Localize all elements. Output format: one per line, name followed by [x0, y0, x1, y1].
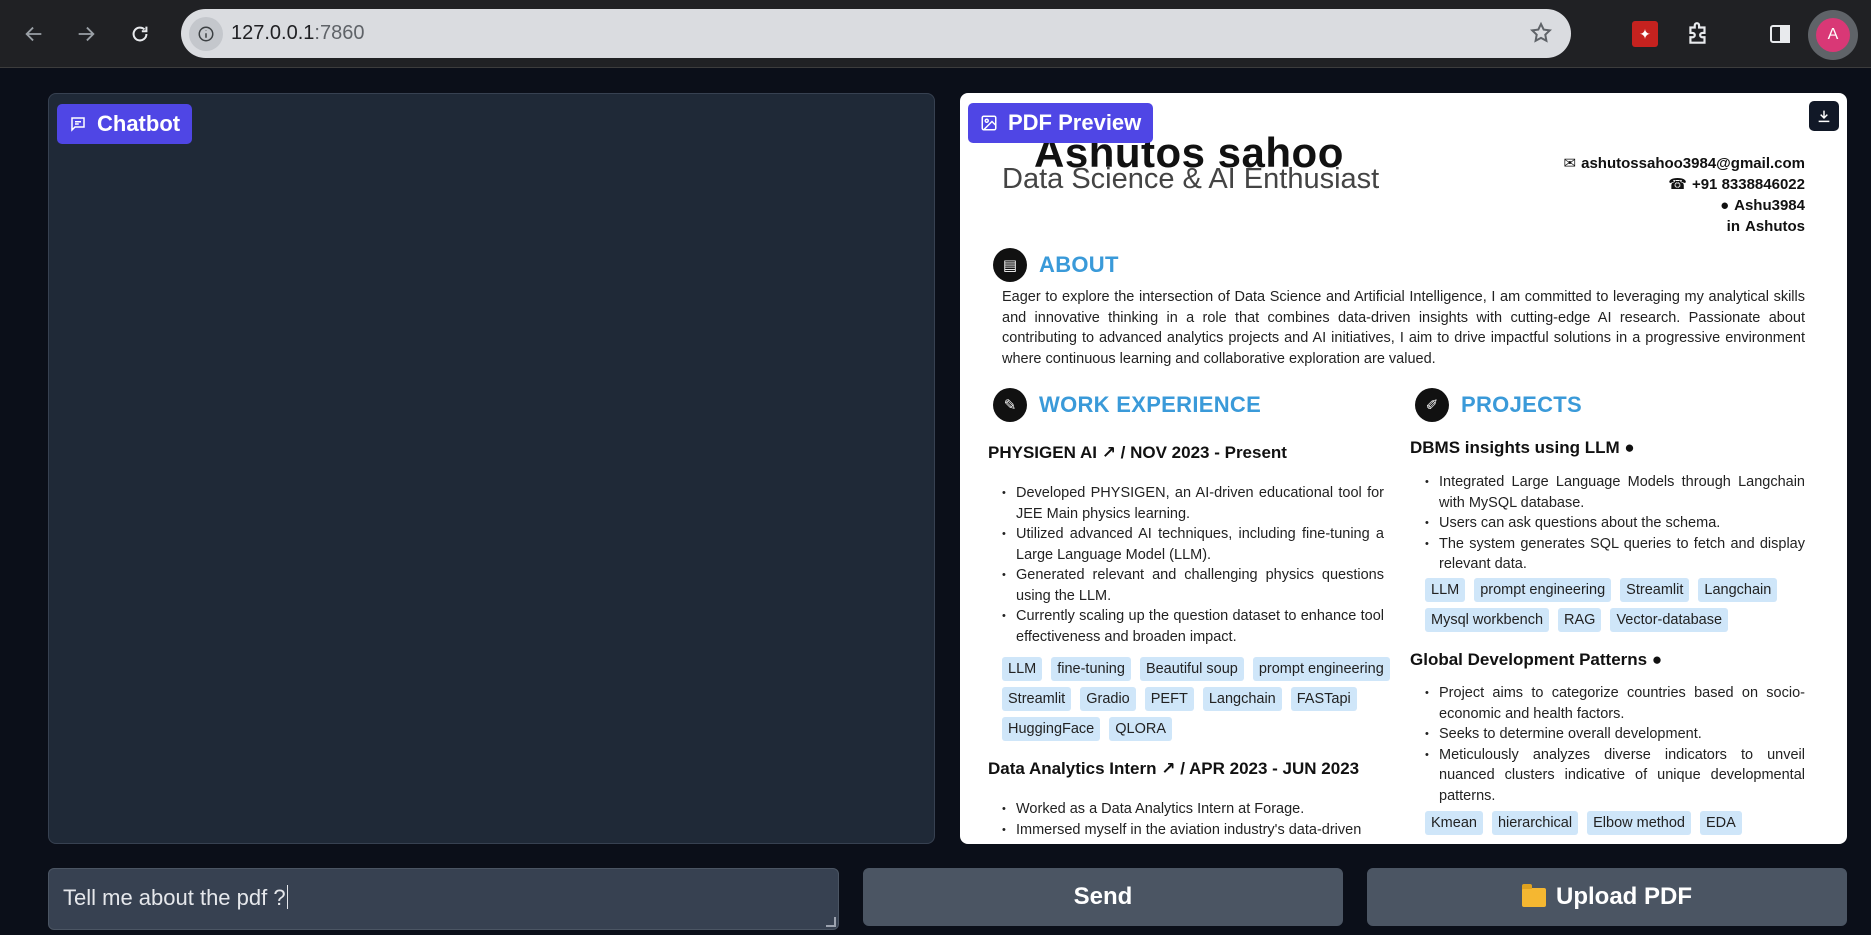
- reload-icon[interactable]: [122, 16, 158, 52]
- skill-tag: Elbow method: [1587, 811, 1691, 835]
- about-text: Eager to explore the intersection of Dat…: [1002, 289, 1805, 367]
- external-link-icon[interactable]: ↗: [1102, 443, 1116, 462]
- chat-icon: [71, 117, 85, 132]
- skill-tag: Beautiful soup: [1139, 657, 1244, 681]
- contact-linkedin: Ashutos: [1745, 218, 1805, 235]
- project-title: Global Development Patterns ●: [1410, 650, 1663, 669]
- list-item: The system generates SQL queries to fetc…: [1425, 534, 1805, 575]
- project-bullets: Integrated Large Language Models through…: [1425, 472, 1805, 575]
- contact-email: ashutossahoo3984@gmail.com: [1581, 155, 1805, 172]
- email-icon: ✉: [1563, 155, 1577, 172]
- upload-pdf-button[interactable]: Upload PDF: [1367, 868, 1847, 926]
- browser-toolbar: 127.0.0.1:7860 ✦ A: [0, 0, 1871, 68]
- list-item: Immersed myself in the aviation industry…: [1002, 820, 1384, 841]
- chatbot-panel: Chatbot: [48, 93, 935, 844]
- extension-wand-icon[interactable]: ✦: [1627, 16, 1663, 52]
- pencil-icon: ✎: [993, 388, 1027, 422]
- skill-tag: LLM: [1425, 578, 1466, 602]
- skill-tag: EDA: [1700, 811, 1742, 835]
- skill-tag: RAG: [1558, 608, 1602, 632]
- bookmark-star-icon[interactable]: [1529, 21, 1553, 50]
- work-heading: ✎ WORK EXPERIENCE: [993, 388, 1261, 422]
- list-item: Users can ask questions about the schema…: [1425, 513, 1805, 534]
- project-title: DBMS insights using LLM ●: [1410, 438, 1635, 457]
- skill-tag: HuggingFace: [1002, 717, 1101, 741]
- url-text: 127.0.0.1:7860: [231, 22, 365, 44]
- external-link-icon[interactable]: ↗: [1161, 759, 1175, 778]
- brush-icon: ✐: [1415, 388, 1449, 422]
- list-item: Project aims to categorize countries bas…: [1425, 683, 1805, 724]
- extensions-puzzle-icon[interactable]: [1680, 16, 1716, 52]
- back-arrow-icon[interactable]: [16, 16, 52, 52]
- side-panel-icon[interactable]: [1762, 16, 1798, 52]
- projects-heading: ✐ PROJECTS: [1415, 388, 1582, 422]
- skill-tag: Vector-database: [1610, 608, 1729, 632]
- skill-tag: LLM: [1002, 657, 1043, 681]
- skill-tag: Gradio: [1080, 687, 1136, 711]
- message-input[interactable]: Tell me about the pdf ?: [48, 868, 839, 930]
- download-icon[interactable]: [1809, 101, 1839, 131]
- profile-avatar[interactable]: A: [1808, 10, 1858, 60]
- skill-tag: Mysql workbench: [1425, 608, 1550, 632]
- list-item: Generated relevant and challenging physi…: [1002, 565, 1384, 606]
- skill-tag: Kmean: [1425, 811, 1483, 835]
- project-bullets: Project aims to categorize countries bas…: [1425, 683, 1805, 806]
- linkedin-icon: in: [1726, 218, 1740, 235]
- list-item: Currently scaling up the question datase…: [1002, 606, 1384, 647]
- list-item: Meticulously analyzes diverse indicators…: [1425, 745, 1805, 807]
- job-bullets: Worked as a Data Analytics Intern at For…: [1002, 799, 1384, 840]
- skill-tag: PEFT: [1144, 687, 1194, 711]
- skill-tag: Streamlit: [1620, 578, 1690, 602]
- list-item: Developed PHYSIGEN, an AI-driven educati…: [1002, 483, 1384, 524]
- list-item: Seeks to determine overall development.: [1425, 724, 1805, 745]
- chatbot-label: Chatbot: [57, 104, 193, 144]
- image-icon: [981, 115, 997, 131]
- site-info-icon[interactable]: [189, 16, 223, 51]
- pdf-preview-label: PDF Preview: [968, 103, 1154, 143]
- skill-tag: Langchain: [1698, 578, 1778, 602]
- project-tags: LLM prompt engineering Streamlit Langcha…: [1425, 578, 1810, 632]
- list-item: Utilized advanced AI techniques, includi…: [1002, 524, 1384, 565]
- forward-arrow-icon[interactable]: [68, 16, 104, 52]
- address-bar[interactable]: 127.0.0.1:7860: [181, 9, 1571, 58]
- contact-phone: +91 8338846022: [1691, 176, 1805, 193]
- skill-tag: Streamlit: [1002, 687, 1072, 711]
- resize-handle[interactable]: [826, 917, 836, 927]
- job-tags: LLM fine-tuning Beautiful soup prompt en…: [1002, 657, 1392, 741]
- skill-tag: prompt engineering: [1474, 578, 1612, 602]
- text-caret: [286, 885, 288, 909]
- contact-github: Ashu3984: [1734, 197, 1805, 214]
- github-icon[interactable]: ●: [1624, 438, 1634, 457]
- resume-role: Data Science & AI Enthusiast: [1002, 163, 1380, 195]
- pdf-preview-panel: PDF Preview Ashutos sahoo Data Science &…: [960, 93, 1847, 844]
- github-icon[interactable]: ●: [1652, 650, 1662, 669]
- about-heading: ▤ ABOUT: [993, 248, 1119, 282]
- skill-tag: hierarchical: [1491, 811, 1579, 835]
- project-tags: Kmean hierarchical Elbow method EDA: [1425, 811, 1810, 835]
- job-bullets: Developed PHYSIGEN, an AI-driven educati…: [1002, 483, 1384, 647]
- send-button[interactable]: Send: [863, 868, 1343, 926]
- skill-tag: FASTapi: [1290, 687, 1357, 711]
- job-title: PHYSIGEN AI ↗ / NOV 2023 - Present: [988, 443, 1287, 462]
- skill-tag: fine-tuning: [1051, 657, 1131, 681]
- document-icon: ▤: [993, 248, 1027, 282]
- phone-icon: ☎: [1668, 176, 1687, 193]
- job-title: Data Analytics Intern ↗ / APR 2023 - JUN…: [988, 759, 1360, 778]
- skill-tag: Langchain: [1202, 687, 1282, 711]
- github-icon: ●: [1720, 197, 1730, 214]
- skill-tag: QLORA: [1109, 717, 1173, 741]
- list-item: Integrated Large Language Models through…: [1425, 472, 1805, 513]
- skill-tag: prompt engineering: [1252, 657, 1390, 681]
- folder-icon: [1522, 883, 1546, 907]
- contact-block: ✉ ashutossahoo3984@gmail.com ☎ +91 8338846…: [1564, 153, 1805, 237]
- resume-document: Ashutos sahoo Data Science & AI Enthusia…: [960, 93, 1847, 844]
- list-item: Worked as a Data Analytics Intern at For…: [1002, 799, 1384, 820]
